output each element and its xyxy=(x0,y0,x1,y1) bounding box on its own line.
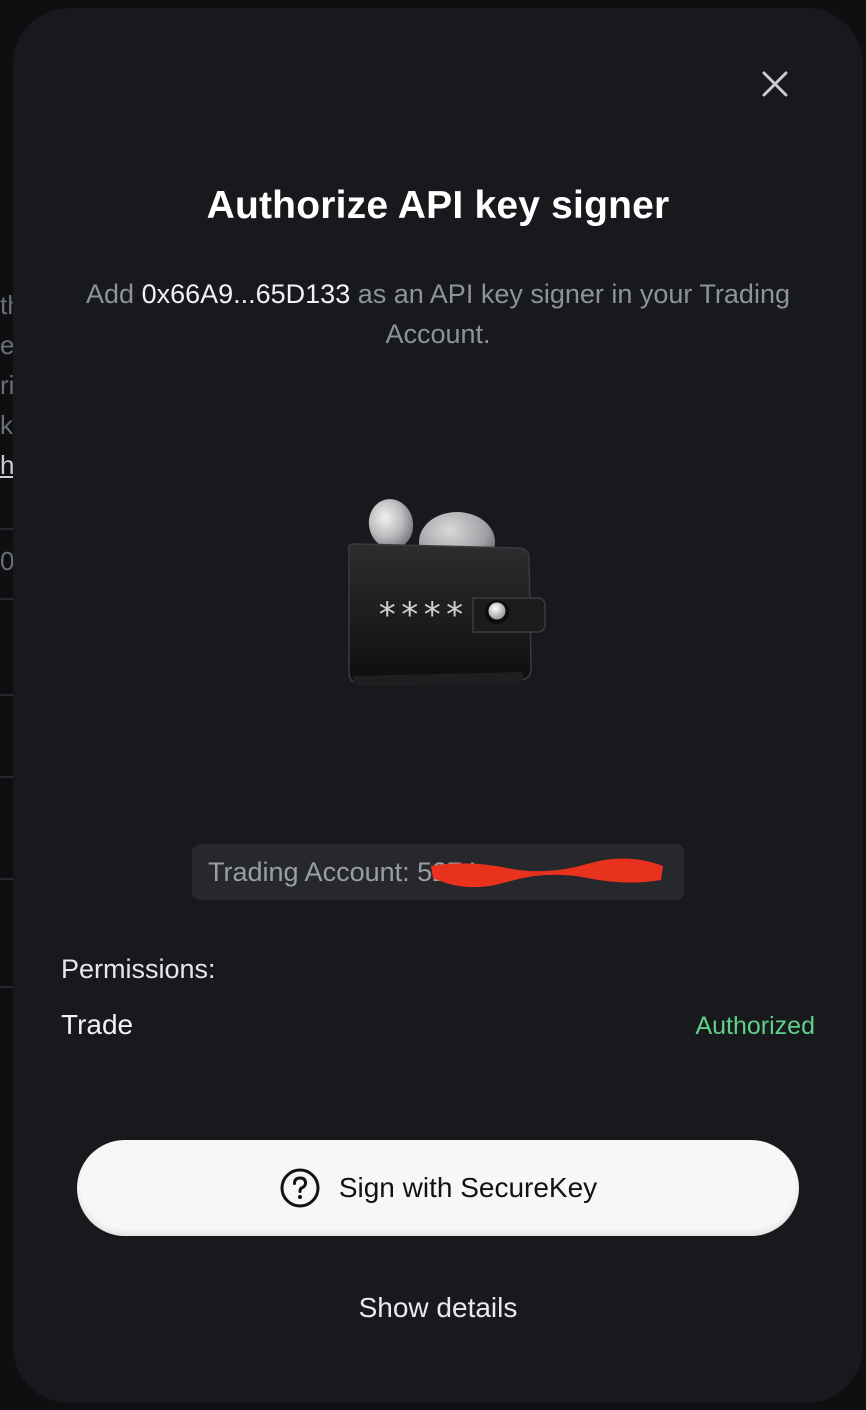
svg-text:****: **** xyxy=(377,595,467,635)
background-divider xyxy=(0,776,14,778)
background-text-fragment: ed xyxy=(0,330,14,360)
background-divider xyxy=(0,598,14,600)
subtitle-suffix: as an API key signer in your Trading Acc… xyxy=(350,279,790,349)
modal-title: Authorize API key signer xyxy=(206,184,670,227)
permission-name: Trade xyxy=(61,1009,134,1040)
sign-with-securekey-button[interactable]: Sign with SecureKey xyxy=(77,1140,799,1236)
subtitle-prefix: Add xyxy=(86,279,142,309)
background-divider xyxy=(0,986,14,988)
signer-address: 0x66A9...65D133 xyxy=(141,279,351,309)
background-divider xyxy=(0,528,14,530)
help-circle-icon xyxy=(280,1168,320,1208)
wallet-illustration: **** xyxy=(323,488,553,698)
background-divider xyxy=(0,694,14,696)
modal-subtitle: Add 0x66A9...65D133 as an API key signer… xyxy=(63,274,813,354)
background-text-fragment: h xyxy=(0,450,14,480)
sign-button-label: Sign with SecureKey xyxy=(338,1172,598,1203)
show-details-button[interactable]: Show details xyxy=(13,1292,863,1324)
background-divider xyxy=(0,878,14,880)
permissions-heading: Permissions: xyxy=(61,954,216,984)
close-icon xyxy=(762,71,788,97)
trading-account-label: Trading Account: xyxy=(208,857,410,887)
background-text-fragment: th xyxy=(0,290,14,320)
background-text-fragment: ke xyxy=(0,410,14,440)
background-text-fragment: 0x xyxy=(0,546,14,576)
permission-status: Authorized xyxy=(695,1012,815,1040)
close-button[interactable] xyxy=(753,62,797,106)
background-text-fragment: riz xyxy=(0,370,14,400)
authorize-signer-modal: Authorize API key signer Add 0x66A9...65… xyxy=(13,8,863,1403)
trading-account-value: 5274... xyxy=(417,857,500,887)
trading-account-pill: Trading Account: 5274... xyxy=(192,844,684,900)
